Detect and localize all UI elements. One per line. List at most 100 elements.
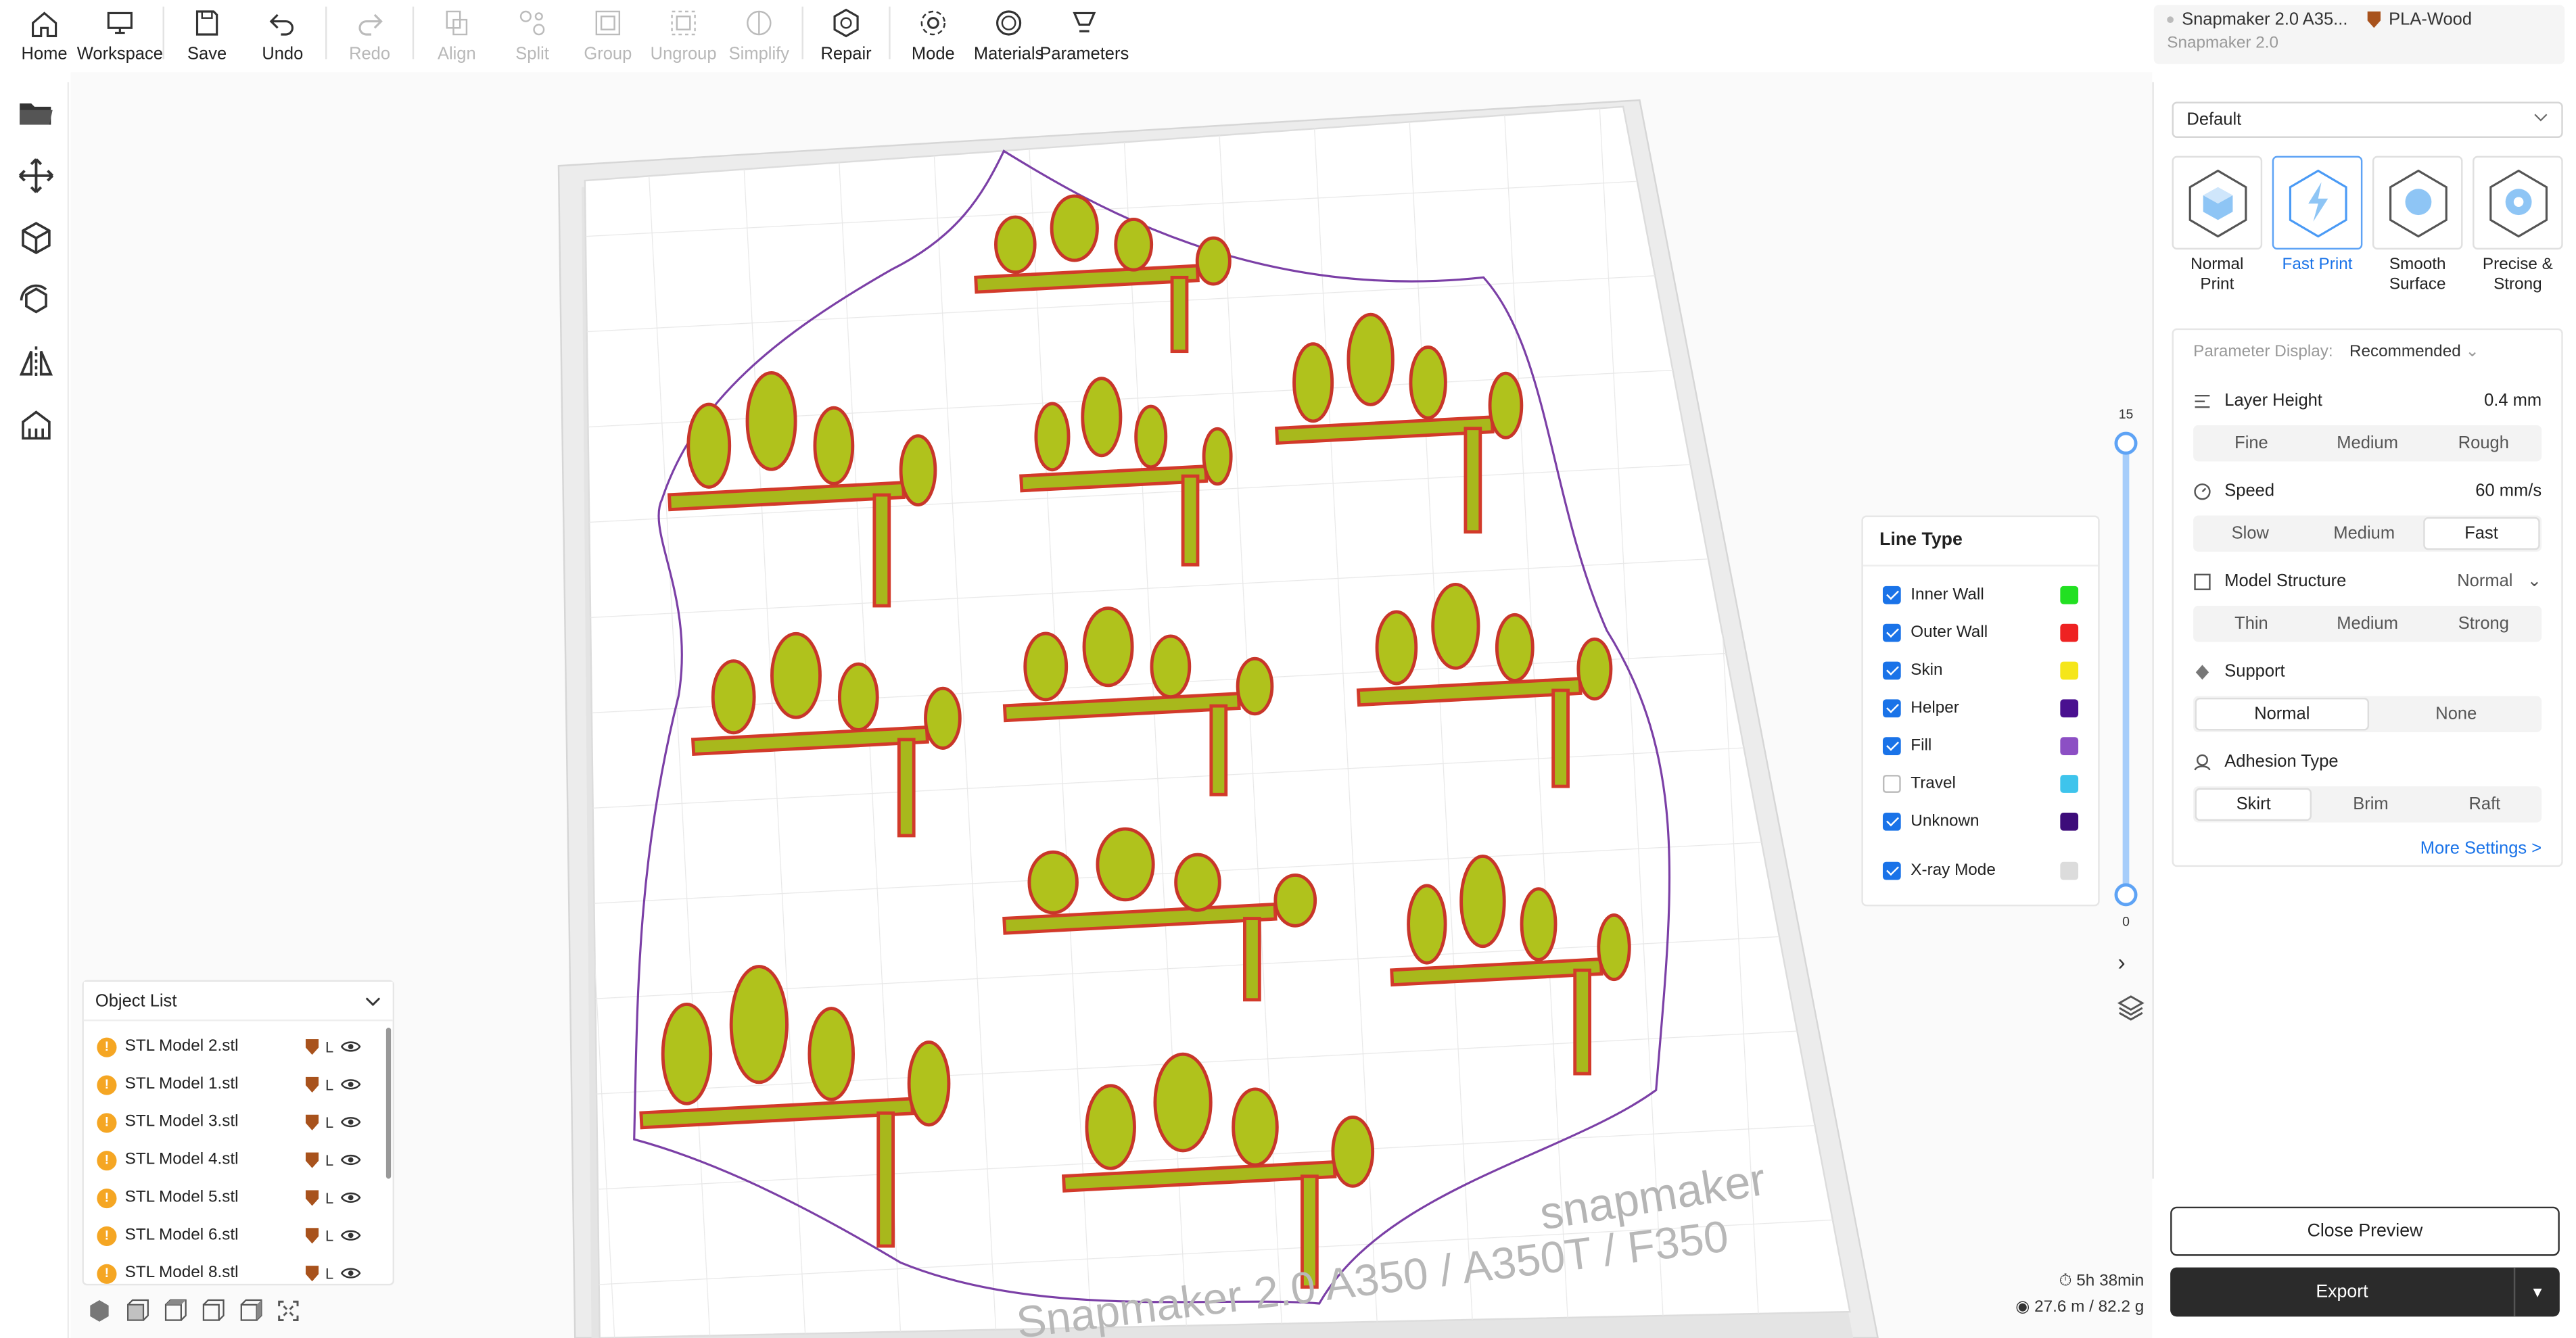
export-button[interactable]: Export ▼: [2170, 1267, 2560, 1317]
adhesion-option[interactable]: Raft: [2428, 786, 2542, 822]
ungroup-button[interactable]: Ungroup: [646, 0, 722, 66]
model-structure-dropdown[interactable]: Normal ⌄: [2457, 571, 2542, 591]
warning-icon[interactable]: !: [97, 1263, 117, 1283]
preset-normal-print[interactable]: Normal Print: [2172, 156, 2263, 295]
color-swatch[interactable]: [2060, 586, 2079, 604]
warning-icon[interactable]: !: [97, 1112, 117, 1132]
eye-icon[interactable]: [340, 1115, 362, 1130]
color-swatch[interactable]: [2060, 661, 2079, 680]
rotate-tool-button[interactable]: [3, 269, 69, 331]
layer-height-option[interactable]: Medium: [2310, 425, 2426, 461]
speed-option[interactable]: Fast: [2422, 517, 2540, 550]
layer-height-option[interactable]: Fine: [2193, 425, 2310, 461]
parameter-display[interactable]: Parameter Display: Recommended ⌄: [2193, 343, 2479, 361]
machine-selector[interactable]: Snapmaker 2.0 A35... PLA-Wood Snapmaker …: [2153, 5, 2565, 64]
view-iso-icon[interactable]: [87, 1299, 112, 1323]
mode-button[interactable]: Mode: [895, 0, 971, 66]
line-type-checkbox[interactable]: [1882, 699, 1901, 718]
toolbar-label: Home: [21, 44, 68, 64]
parameters-button[interactable]: Parameters: [1039, 0, 1129, 66]
speed-option[interactable]: Medium: [2308, 515, 2421, 551]
support-tool-button[interactable]: [3, 394, 69, 456]
open-file-button[interactable]: [3, 82, 69, 144]
eye-icon[interactable]: [340, 1266, 362, 1281]
layer-slider-top-handle[interactable]: [2114, 431, 2138, 455]
simplify-button[interactable]: Simplify: [721, 0, 797, 66]
view-top-icon[interactable]: [163, 1299, 187, 1323]
mirror-tool-button[interactable]: [3, 331, 69, 393]
chevron-down-icon[interactable]: [365, 993, 381, 1009]
line-type-checkbox[interactable]: [1882, 623, 1901, 642]
object-list-header[interactable]: Object List: [83, 982, 393, 1022]
layer-slider[interactable]: [2114, 431, 2138, 907]
materials-button[interactable]: Materials: [971, 0, 1047, 66]
model-structure-option[interactable]: Medium: [2310, 606, 2426, 642]
line-type-checkbox[interactable]: [1882, 661, 1901, 680]
line-type-checkbox[interactable]: [1882, 737, 1901, 755]
object-list-item[interactable]: ! STL Model 1.stl L: [84, 1066, 393, 1103]
eye-icon[interactable]: [340, 1077, 362, 1092]
preset-precise-strong[interactable]: Precise & Strong: [2473, 156, 2563, 295]
split-button[interactable]: Split: [494, 0, 570, 66]
object-list-item[interactable]: ! STL Model 2.stl L: [84, 1028, 393, 1066]
fit-view-icon[interactable]: [276, 1299, 300, 1323]
color-swatch[interactable]: [2060, 737, 2079, 755]
preset-smooth-surface[interactable]: Smooth Surface: [2372, 156, 2463, 295]
warning-icon[interactable]: !: [97, 1187, 117, 1208]
color-swatch[interactable]: [2060, 775, 2079, 793]
color-swatch[interactable]: [2060, 861, 2079, 880]
color-swatch[interactable]: [2060, 812, 2079, 831]
more-settings-link[interactable]: More Settings >: [2420, 839, 2542, 859]
save-button[interactable]: Save: [169, 0, 245, 66]
export-dropdown-icon[interactable]: ▼: [2513, 1267, 2560, 1317]
eye-icon[interactable]: [340, 1228, 362, 1243]
warning-icon[interactable]: !: [97, 1036, 117, 1057]
repair-button[interactable]: Repair: [808, 0, 884, 66]
view-left-icon[interactable]: [200, 1299, 225, 1323]
eye-icon[interactable]: [340, 1190, 362, 1205]
support-option[interactable]: None: [2370, 696, 2542, 732]
line-type-checkbox[interactable]: [1882, 775, 1901, 793]
line-type-checkbox[interactable]: [1882, 812, 1901, 831]
object-list-item[interactable]: ! STL Model 4.stl L: [84, 1141, 393, 1179]
line-type-checkbox[interactable]: [1882, 861, 1901, 880]
object-list-item[interactable]: ! STL Model 3.stl L: [84, 1103, 393, 1141]
view-front-icon[interactable]: [125, 1299, 149, 1323]
color-swatch[interactable]: [2060, 623, 2079, 642]
object-list-item[interactable]: ! STL Model 8.stl L: [84, 1254, 393, 1292]
speed-option[interactable]: Slow: [2193, 515, 2307, 551]
model-structure-option[interactable]: Strong: [2425, 606, 2542, 642]
layer-slider-bottom-handle[interactable]: [2114, 883, 2138, 907]
workspace-button[interactable]: Workspace: [77, 0, 163, 66]
home-button[interactable]: Home: [7, 0, 83, 66]
warning-icon[interactable]: !: [97, 1074, 117, 1095]
color-swatch[interactable]: [2060, 699, 2079, 718]
group-button[interactable]: Group: [570, 0, 646, 66]
layer-height-option[interactable]: Rough: [2425, 425, 2542, 461]
line-type-checkbox[interactable]: [1882, 586, 1901, 604]
layers-icon[interactable]: [2116, 993, 2146, 1023]
object-list-scrollbar[interactable]: [385, 1028, 392, 1179]
adhesion-option[interactable]: Skirt: [2195, 788, 2312, 821]
material-selector[interactable]: PLA-Wood: [2367, 10, 2472, 30]
warning-icon[interactable]: !: [97, 1149, 117, 1170]
undo-button[interactable]: Undo: [245, 0, 321, 66]
model-structure-option[interactable]: Thin: [2193, 606, 2310, 642]
expand-arrow-icon[interactable]: ›: [2117, 949, 2125, 975]
redo-button[interactable]: Redo: [332, 0, 408, 66]
view-right-icon[interactable]: [238, 1299, 262, 1323]
preset-fast-print[interactable]: Fast Print: [2272, 156, 2363, 295]
warning-icon[interactable]: !: [97, 1225, 117, 1245]
object-list-item[interactable]: ! STL Model 6.stl L: [84, 1216, 393, 1254]
layer-height-value: 0.4 mm: [2484, 390, 2542, 411]
scale-tool-button[interactable]: [3, 207, 69, 269]
eye-icon[interactable]: [340, 1039, 362, 1054]
close-preview-button[interactable]: Close Preview: [2170, 1206, 2560, 1256]
preset-dropdown[interactable]: Default: [2172, 101, 2563, 138]
align-button[interactable]: Align: [419, 0, 494, 66]
adhesion-option[interactable]: Brim: [2314, 786, 2427, 822]
support-option[interactable]: Normal: [2195, 697, 2370, 731]
object-list-item[interactable]: ! STL Model 5.stl L: [84, 1178, 393, 1216]
move-tool-button[interactable]: [3, 145, 69, 207]
eye-icon[interactable]: [340, 1153, 362, 1168]
